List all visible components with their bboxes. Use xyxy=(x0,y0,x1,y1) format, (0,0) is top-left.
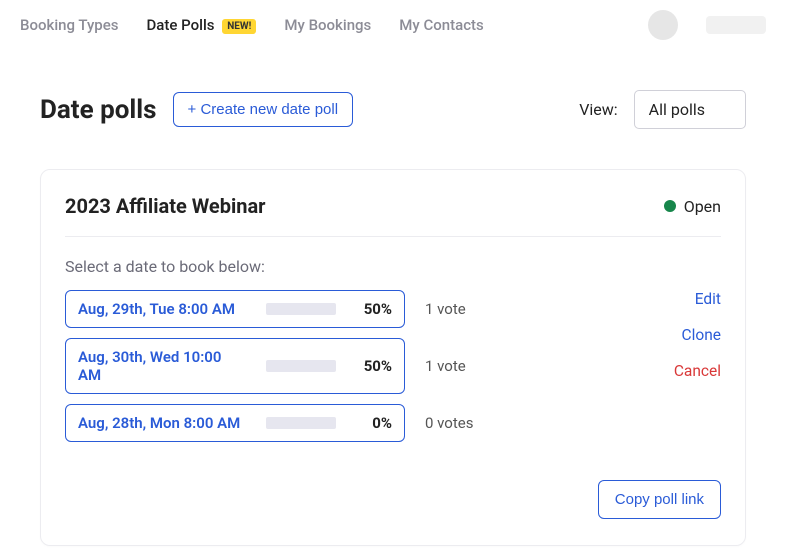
poll-status: Open xyxy=(664,197,721,216)
option-percent: 50% xyxy=(356,357,392,375)
poll-option[interactable]: Aug, 29th, Tue 8:00 AM 50% xyxy=(65,290,405,328)
nav-item-date-polls[interactable]: Date Polls NEW! xyxy=(147,16,257,34)
progress-bar xyxy=(266,360,336,372)
poll-option[interactable]: Aug, 28th, Mon 8:00 AM 0% xyxy=(65,404,405,442)
nav-item-my-bookings[interactable]: My Bookings xyxy=(284,16,371,34)
poll-options: Aug, 29th, Tue 8:00 AM 50% 1 vote Aug, 3… xyxy=(65,290,473,452)
poll-option-row: Aug, 28th, Mon 8:00 AM 0% 0 votes xyxy=(65,404,473,442)
poll-card: 2023 Affiliate Webinar Open Select a dat… xyxy=(40,169,746,546)
view-label: View: xyxy=(579,100,617,119)
option-percent: 50% xyxy=(356,300,392,318)
edit-link[interactable]: Edit xyxy=(695,290,721,308)
poll-subhead: Select a date to book below: xyxy=(65,257,721,276)
progress-bar xyxy=(266,417,336,429)
option-label: Aug, 29th, Tue 8:00 AM xyxy=(78,300,246,318)
progress-bar xyxy=(266,303,336,315)
poll-option-row: Aug, 30th, Wed 10:00 AM 50% 1 vote xyxy=(65,338,473,394)
option-votes: 0 votes xyxy=(425,414,473,432)
page-header: Date polls + Create new date poll View: … xyxy=(0,50,786,149)
nav-item-label: Date Polls xyxy=(147,16,215,34)
user-name-placeholder xyxy=(706,16,766,34)
status-dot-icon xyxy=(664,200,676,212)
copy-poll-link-button[interactable]: Copy poll link xyxy=(598,480,721,519)
cancel-link[interactable]: Cancel xyxy=(674,362,721,380)
page-title: Date polls xyxy=(40,95,157,125)
clone-link[interactable]: Clone xyxy=(682,326,721,344)
option-label: Aug, 28th, Mon 8:00 AM xyxy=(78,414,246,432)
poll-option[interactable]: Aug, 30th, Wed 10:00 AM 50% xyxy=(65,338,405,394)
poll-card-header: 2023 Affiliate Webinar Open xyxy=(65,194,721,237)
poll-title: 2023 Affiliate Webinar xyxy=(65,194,266,218)
option-votes: 1 vote xyxy=(425,357,466,375)
poll-option-row: Aug, 29th, Tue 8:00 AM 50% 1 vote xyxy=(65,290,473,328)
poll-actions: Edit Clone Cancel xyxy=(674,290,721,452)
option-label: Aug, 30th, Wed 10:00 AM xyxy=(78,348,246,384)
nav-item-my-contacts[interactable]: My Contacts xyxy=(399,16,483,34)
option-votes: 1 vote xyxy=(425,300,466,318)
view-select[interactable]: All polls xyxy=(634,90,746,129)
option-percent: 0% xyxy=(356,414,392,432)
avatar[interactable] xyxy=(648,10,678,40)
new-badge: NEW! xyxy=(222,19,256,34)
status-label: Open xyxy=(684,197,721,216)
create-date-poll-button[interactable]: + Create new date poll xyxy=(173,92,354,127)
nav-item-booking-types[interactable]: Booking Types xyxy=(20,16,119,34)
top-nav: Booking Types Date Polls NEW! My Booking… xyxy=(0,0,786,50)
view-value: All polls xyxy=(649,100,705,119)
